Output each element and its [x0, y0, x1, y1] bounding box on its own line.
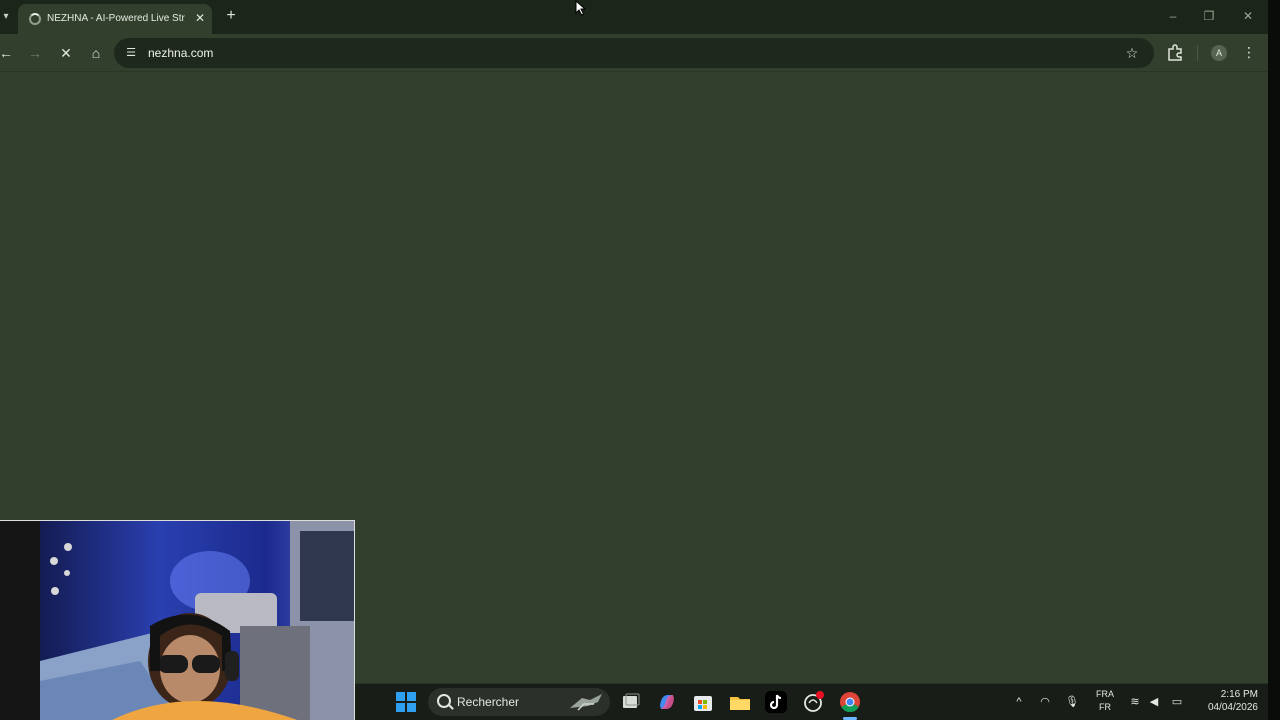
close-icon[interactable]: ✕: [192, 10, 208, 26]
search-icon: [437, 694, 451, 708]
chevron-up-icon[interactable]: ^: [1011, 694, 1027, 710]
profile-avatar-icon[interactable]: A: [1211, 45, 1227, 61]
webcam-feed-image: [0, 521, 354, 720]
search-label: Rechercher: [457, 695, 520, 709]
language-code: FRA: [1096, 689, 1114, 699]
site-settings-icon[interactable]: ☰: [123, 45, 139, 61]
file-explorer-icon[interactable]: [728, 690, 752, 714]
task-view-icon[interactable]: [619, 690, 643, 714]
wifi-icon[interactable]: ≋: [1127, 694, 1143, 710]
minimize-icon[interactable]: –: [1162, 6, 1184, 26]
address-bar[interactable]: ☰ nezhna.com ☆: [114, 38, 1154, 68]
tab-title: NEZHNA - AI-Powered Live Str: [47, 13, 185, 24]
forward-arrow-icon[interactable]: →: [25, 43, 45, 63]
chrome-icon[interactable]: [838, 690, 862, 714]
microsoft-store-icon[interactable]: [691, 690, 715, 714]
volume-icon[interactable]: ◀: [1146, 694, 1162, 710]
search-highlight-icon: [570, 694, 602, 711]
tab-search-icon[interactable]: ▾: [0, 8, 12, 26]
clock-time: 2:16 PM: [1220, 689, 1258, 700]
browser-toolbar: ← → ✕ ⌂ ☰ nezhna.com ☆: [0, 34, 1268, 72]
clock-date: 04/04/2026: [1207, 702, 1258, 713]
toolbar-divider: [1197, 45, 1198, 61]
language-indicator[interactable]: FRA FR: [1093, 688, 1117, 714]
screen-edge: [1268, 0, 1280, 720]
extensions-icon[interactable]: [1166, 43, 1184, 61]
app-icon[interactable]: [801, 690, 825, 714]
tab-strip: ▾ NEZHNA - AI-Powered Live Str ✕ + – ❐ ✕: [0, 0, 1268, 34]
webcam-overlay: [0, 520, 355, 720]
url-text: nezhna.com: [148, 46, 214, 60]
home-icon[interactable]: ⌂: [86, 43, 106, 63]
system-clock[interactable]: 2:16 PM 04/04/2026: [1194, 688, 1258, 714]
headset-icon[interactable]: ◠: [1037, 694, 1053, 710]
restore-icon[interactable]: ❐: [1198, 6, 1220, 26]
more-menu-icon[interactable]: ⋮: [1241, 43, 1257, 61]
tiktok-icon[interactable]: [764, 690, 788, 714]
windows-start-icon[interactable]: [396, 692, 416, 712]
keyboard-layout: FR: [1099, 702, 1111, 712]
back-arrow-icon[interactable]: ←: [0, 43, 16, 63]
microphone-icon[interactable]: 🎙: [1064, 694, 1080, 710]
browser-tab[interactable]: NEZHNA - AI-Powered Live Str ✕: [18, 4, 212, 34]
battery-icon[interactable]: ▭: [1169, 694, 1185, 710]
stop-loading-icon[interactable]: ✕: [56, 43, 76, 63]
bookmark-star-icon[interactable]: ☆: [1123, 44, 1141, 62]
mouse-cursor-icon: [575, 0, 587, 16]
close-window-icon[interactable]: ✕: [1237, 6, 1259, 26]
taskbar-search[interactable]: Rechercher: [428, 688, 610, 716]
copilot-icon[interactable]: [655, 690, 679, 714]
loading-spinner-icon: [29, 13, 41, 25]
plus-icon[interactable]: +: [222, 7, 240, 25]
